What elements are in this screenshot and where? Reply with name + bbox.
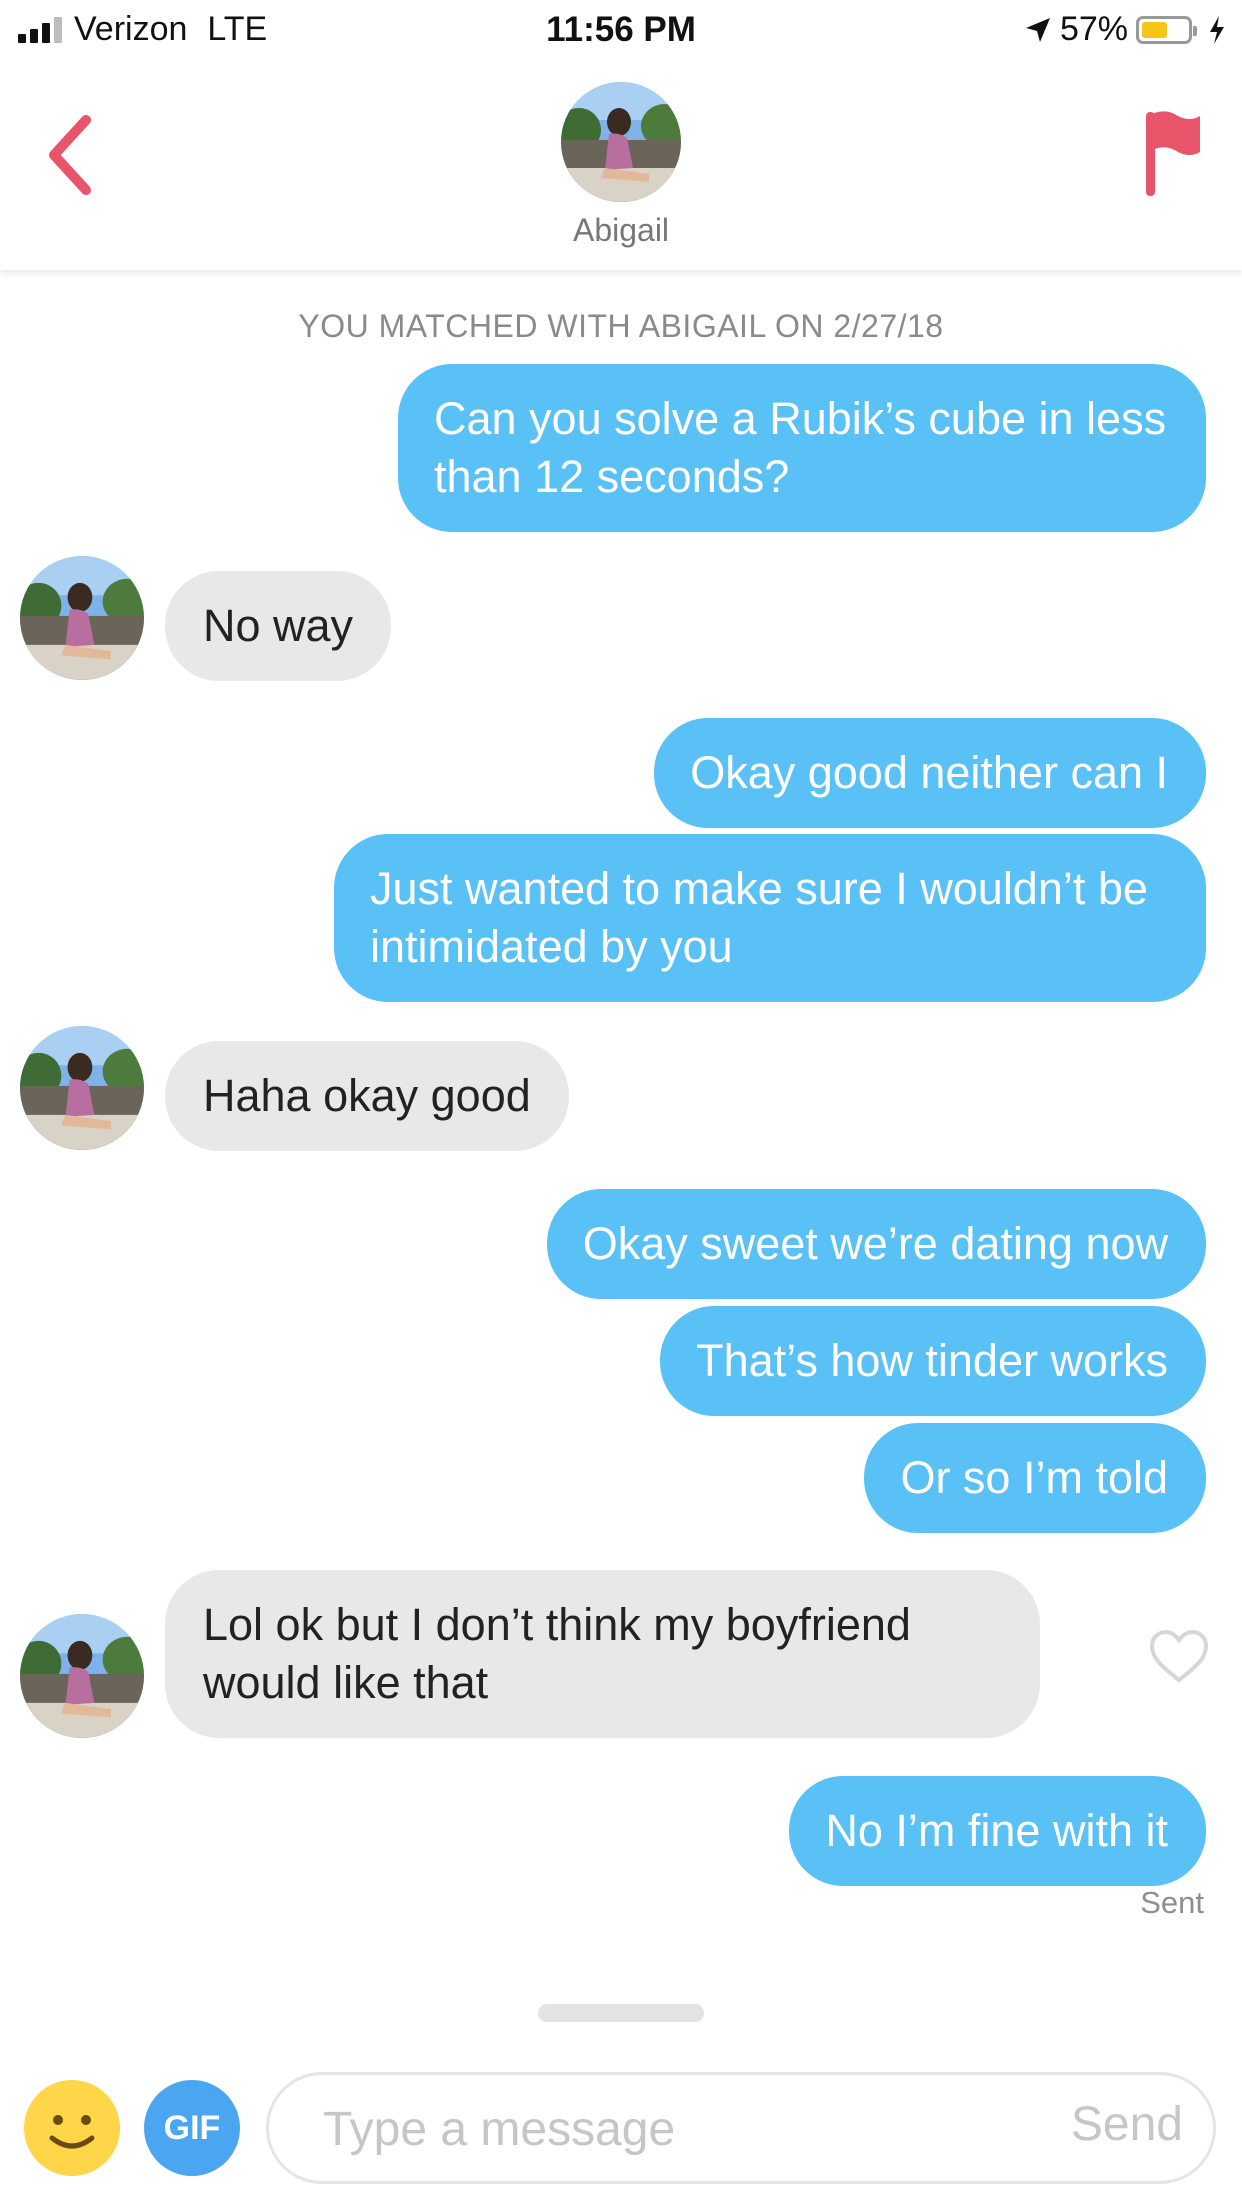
chat-header: Abigail [0, 62, 1242, 270]
match-avatar[interactable] [561, 82, 681, 202]
avatar[interactable] [20, 1026, 144, 1150]
battery-icon [1136, 15, 1197, 44]
status-right: 57% [1024, 10, 1226, 49]
message-outgoing[interactable]: Okay good neither can I [654, 718, 1206, 828]
match-name: Abigail [572, 212, 670, 248]
location-icon [1025, 17, 1050, 42]
drawer-handle[interactable] [538, 2004, 704, 2022]
message-input[interactable] [321, 2093, 1025, 2165]
heart-icon[interactable] [1148, 1628, 1210, 1684]
send-button[interactable]: Send [1071, 2097, 1183, 2152]
message-outgoing[interactable]: Okay sweet we’re dating now [546, 1189, 1206, 1299]
avatar[interactable] [20, 556, 144, 680]
sent-status: Sent [1140, 1885, 1204, 1920]
message-outgoing[interactable]: Can you solve a Rubik’s cube in less tha… [398, 364, 1206, 532]
report-flag-icon[interactable] [1142, 106, 1204, 200]
emoji-icon [49, 2115, 95, 2149]
charging-icon [1210, 15, 1224, 44]
message-incoming[interactable]: Lol ok but I don’t think my boyfriend wo… [165, 1570, 1040, 1738]
status-bar: Verizon LTE 11:56 PM 57% [0, 0, 1242, 62]
emoji-button[interactable] [24, 2080, 120, 2176]
message-outgoing[interactable]: That’s how tinder works [660, 1306, 1206, 1416]
battery-percent: 57% [1059, 10, 1128, 48]
message-incoming[interactable]: Haha okay good [165, 1041, 569, 1151]
message-incoming[interactable]: No way [165, 571, 392, 681]
gif-button[interactable]: GIF [144, 2080, 240, 2176]
avatar[interactable] [20, 1614, 144, 1738]
back-chevron-icon[interactable] [40, 110, 100, 200]
message-input-container[interactable]: Send [266, 2072, 1216, 2184]
message-outgoing[interactable]: Just wanted to make sure I wouldn’t be i… [334, 834, 1206, 1002]
match-banner: YOU MATCHED WITH ABIGAIL ON 2/27/18 [298, 308, 944, 344]
message-outgoing[interactable]: No I’m fine with it [789, 1776, 1206, 1886]
message-outgoing[interactable]: Or so I’m told [864, 1423, 1206, 1533]
